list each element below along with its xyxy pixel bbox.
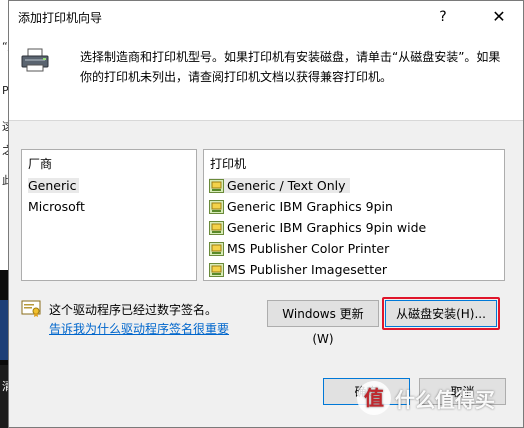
printer-icon [21,48,49,72]
list-item-generic[interactable]: Generic [28,178,80,193]
list-item-printer[interactable]: Generic / Text Only [209,178,350,193]
list-item-printer[interactable]: MS Publisher Imagesetter [209,262,387,277]
close-button[interactable]: ✕ [479,4,519,30]
add-printer-dialog: 添加打印机向导 ? ✕ 选择制造商和打印机型号。如果打印机有安装磁盘，请单击“从… [8,0,524,428]
title-bar[interactable]: 添加打印机向导 ? ✕ [9,1,523,32]
watermark-text: 什么值得买 [395,387,495,412]
printer-driver-icon [209,220,224,235]
printer-name: Generic IBM Graphics 9pin [227,199,393,214]
manufacturer-list[interactable]: 厂商 Generic Microsoft [21,149,197,281]
printer-driver-icon [209,178,224,193]
printer-name: Generic / Text Only [227,178,346,193]
list-item-printer[interactable]: Generic IBM Graphics 9pin wide [209,220,426,235]
printer-list[interactable]: 打印机 Generic / Text Only Generic IBM Grap… [203,149,505,281]
driver-signing-link[interactable]: 告诉我为什么驱动程序签名很重要 [49,320,229,337]
wizard-description: 选择制造商和打印机型号。如果打印机有安装磁盘，请单击“从磁盘安装”。如果你的打印… [80,50,501,84]
list-item-printer[interactable]: Generic IBM Graphics 9pin [209,199,393,214]
printer-name: MS Publisher Imagesetter [227,262,388,277]
driver-signed-text: 这个驱动程序已经过数字签名。 [49,303,218,317]
list-item-printer[interactable]: MS Publisher Color Printer [209,241,389,256]
printer-name: Generic IBM Graphics 9pin wide [227,220,427,235]
printer-driver-icon [209,241,224,256]
printer-name: MS Publisher Color Printer [227,241,390,256]
header-panel: 选择制造商和打印机型号。如果打印机有安装磁盘，请单击“从磁盘安装”。如果你的打印… [9,32,523,121]
annotation-highlight [382,297,500,330]
windows-update-button[interactable]: Windows 更新(W) [267,300,379,346]
printer-driver-icon [209,262,224,277]
list-item-microsoft[interactable]: Microsoft [28,199,85,214]
printer-driver-icon [209,199,224,214]
manufacturer-header: 厂商 [28,157,53,171]
certificate-icon [21,300,41,317]
help-button[interactable]: ? [423,4,463,30]
watermark-logo-icon: 值 [357,381,391,415]
printer-header: 打印机 [210,157,247,171]
watermark: 值 什么值得买 [357,381,495,415]
dialog-title: 添加打印机向导 [18,11,103,25]
